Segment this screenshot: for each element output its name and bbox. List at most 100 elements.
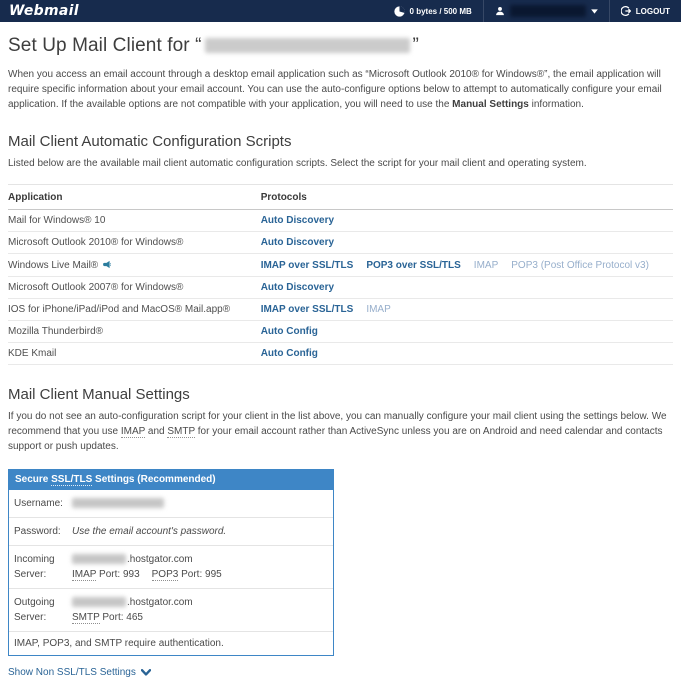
incoming-server-label: Incoming Server:	[14, 554, 55, 580]
protocols-cell: Auto Config	[260, 342, 673, 365]
show-non-ssl-label: Show Non SSL/TLS Settings	[8, 667, 136, 678]
protocol-link[interactable]: Auto Discovery	[261, 282, 334, 293]
authentication-note: IMAP, POP3, and SMTP require authenticat…	[14, 638, 224, 649]
outgoing-server-domain: .hostgator.com	[127, 597, 193, 608]
username-redacted	[72, 498, 164, 509]
outgoing-server-value: .hostgator.com SMTP Port: 465	[72, 595, 328, 625]
manual-intro-paragraph: If you do not see an auto-configuration …	[8, 409, 673, 454]
application-name: Microsoft Outlook 2010® for Windows®	[8, 237, 184, 248]
application-name: IOS for iPhone/iPad/iPod and MacOS® Mail…	[8, 304, 231, 315]
secure-ssl-settings-panel: Secure SSL/TLS Settings (Recommended) Us…	[8, 469, 334, 656]
protocol-link[interactable]: IMAP over SSL/TLS	[261, 304, 354, 315]
username-label: Username:	[14, 498, 63, 509]
application-name: Microsoft Outlook 2007® for Windows®	[8, 282, 184, 293]
protocol-link[interactable]: Auto Discovery	[261, 215, 334, 226]
user-menu[interactable]	[484, 0, 609, 22]
protocol-abbr: POP3	[151, 569, 179, 581]
application-cell: Windows Live Mail®	[8, 253, 261, 277]
announcement-icon[interactable]	[102, 260, 112, 269]
protocols-cell: Auto Config	[260, 320, 673, 343]
protocol-link[interactable]: POP3 (Post Office Protocol v3)	[511, 260, 649, 271]
password-value: Use the email account's password.	[72, 526, 227, 537]
intro-text-tail: information.	[528, 99, 584, 110]
email-address-redacted	[204, 38, 410, 54]
password-label: Password:	[14, 526, 61, 537]
application-cell: IOS for iPhone/iPad/iPod and MacOS® Mail…	[8, 298, 261, 321]
application-cell: Microsoft Outlook 2010® for Windows®	[8, 231, 261, 254]
panel-title-post: Settings (Recommended)	[92, 474, 216, 485]
table-row: Microsoft Outlook 2010® for Windows® Auto…	[8, 231, 673, 254]
chevron-down-icon	[590, 8, 598, 14]
application-cell: Mail for Windows® 10	[8, 209, 261, 232]
protocols-cell: Auto Discovery	[260, 231, 673, 254]
protocol-abbr: IMAP	[72, 569, 97, 581]
disk-usage-text: 0 bytes / 500 MB	[409, 6, 472, 16]
incoming-server-value: .hostgator.com IMAP Port: 993 POP3 Port: …	[72, 552, 328, 582]
application-name: Mozilla Thunderbird®	[8, 326, 104, 337]
password-row: Password: Use the email account's passwo…	[9, 518, 333, 546]
manual-settings-emphasis: Manual Settings	[452, 99, 529, 110]
logout-button[interactable]: LOGOUT	[610, 0, 681, 22]
server-name-redacted	[72, 554, 126, 565]
application-cell: KDE Kmail	[8, 342, 261, 365]
table-row: KDE Kmail Auto Config	[8, 342, 673, 365]
username-value	[72, 496, 328, 511]
port-info: POP3 Port: 995	[151, 569, 222, 581]
outgoing-server-label: Outgoing Server:	[14, 597, 55, 623]
incoming-server-domain: .hostgator.com	[127, 554, 193, 565]
top-bar: Webmail 0 bytes / 500 MB LOGOUT	[0, 0, 681, 22]
logout-label: LOGOUT	[635, 6, 670, 16]
protocol-link[interactable]: IMAP	[474, 260, 498, 271]
column-header-application: Application	[8, 184, 261, 210]
port-info: IMAP Port: 993	[72, 569, 140, 581]
incoming-server-row: Incoming Server: .hostgator.com IMAP Por…	[9, 546, 333, 589]
page-title: Set Up Mail Client for “ ”	[8, 35, 673, 57]
table-row: Mozilla Thunderbird® Auto Config	[8, 320, 673, 343]
page-title-suffix: ”	[412, 35, 419, 56]
table-row: Mail for Windows® 10 Auto Discovery	[8, 209, 673, 232]
logout-icon	[620, 6, 631, 16]
application-name: KDE Kmail	[8, 348, 57, 359]
port-info: SMTP Port: 465	[72, 612, 143, 624]
panel-title-pre: Secure	[15, 474, 52, 485]
app-logo: Webmail	[9, 3, 79, 19]
protocol-link[interactable]: POP3 over SSL/TLS	[366, 260, 460, 271]
smtp-abbr: SMTP	[167, 426, 195, 438]
protocols-cell: IMAP over SSL/TLS IMAP	[260, 298, 673, 321]
user-icon	[495, 6, 505, 16]
table-row: IOS for iPhone/iPad/iPod and MacOS® Mail…	[8, 298, 673, 321]
username-row: Username:	[9, 490, 333, 518]
panel-header: Secure SSL/TLS Settings (Recommended)	[9, 470, 333, 490]
application-cell: Microsoft Outlook 2007® for Windows®	[8, 276, 261, 299]
protocol-link[interactable]: IMAP over SSL/TLS	[261, 260, 354, 271]
table-row: Windows Live Mail® IMAP over SSL/TLS POP3 …	[8, 253, 673, 277]
show-non-ssl-settings-link[interactable]: Show Non SSL/TLS Settings	[8, 667, 151, 678]
imap-abbr: IMAP	[120, 426, 146, 438]
protocol-link[interactable]: Auto Discovery	[261, 237, 334, 248]
section-heading-manual-settings: Mail Client Manual Settings	[8, 386, 190, 403]
column-header-protocols: Protocols	[260, 184, 673, 210]
application-name: Windows Live Mail®	[8, 260, 99, 271]
chevron-down-icon	[140, 669, 151, 676]
main-content: Set Up Mail Client for “ ” When you acces…	[0, 35, 681, 678]
outgoing-ports: SMTP Port: 465	[72, 610, 328, 625]
user-name-redacted	[509, 5, 586, 17]
protocol-link[interactable]: Auto Config	[261, 326, 318, 337]
server-name-redacted	[72, 597, 126, 608]
protocols-cell: Auto Discovery	[260, 209, 673, 232]
protocols-cell: IMAP over SSL/TLS POP3 over SSL/TLS IMAP PO…	[260, 253, 673, 277]
protocol-link[interactable]: Auto Config	[261, 348, 318, 359]
manual-intro-mid: and	[145, 426, 168, 437]
ssl-tls-abbr: SSL/TLS	[51, 474, 93, 486]
table-row: Microsoft Outlook 2007® for Windows® Auto…	[8, 276, 673, 299]
protocols-cell: Auto Discovery	[260, 276, 673, 299]
table-header-row: Application Protocols	[8, 184, 673, 210]
disk-usage-status: 0 bytes / 500 MB	[383, 0, 483, 22]
autoconfig-table: Application Protocols Mail for Windows® …	[8, 184, 673, 365]
protocol-link[interactable]: IMAP	[366, 304, 390, 315]
page-title-prefix: Set Up Mail Client for “	[8, 35, 202, 56]
intro-paragraph: When you access an email account through…	[8, 67, 673, 112]
outgoing-server-row: Outgoing Server: .hostgator.com SMTP Por…	[9, 589, 333, 632]
application-cell: Mozilla Thunderbird®	[8, 320, 261, 343]
auto-config-subtext: Listed below are the available mail clie…	[8, 158, 587, 169]
